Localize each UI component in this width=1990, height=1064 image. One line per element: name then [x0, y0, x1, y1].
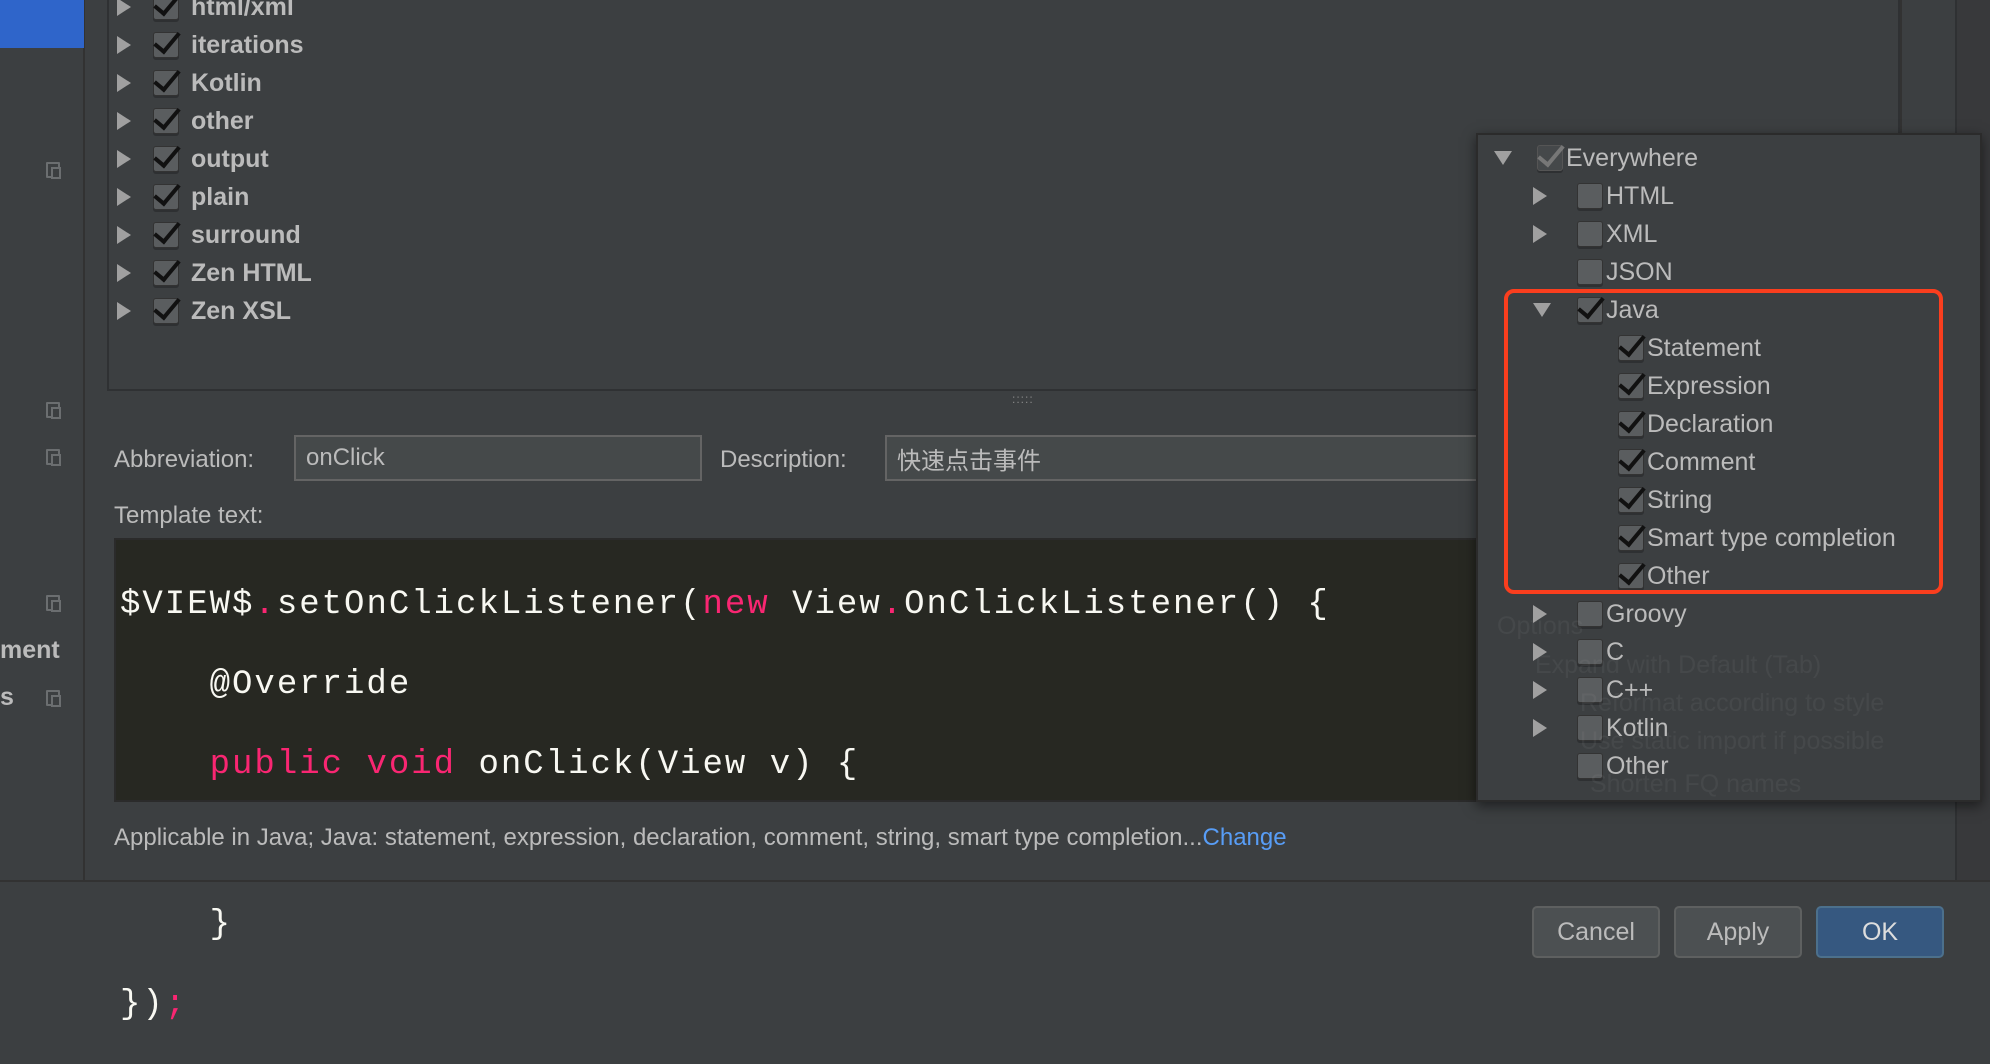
code-token: OnClickListener() { [904, 586, 1330, 624]
checkbox[interactable] [1577, 183, 1603, 209]
settings-sidebar: ment s [0, 0, 85, 880]
code-token: ; [164, 986, 188, 1024]
apply-button[interactable]: Apply [1674, 906, 1802, 958]
background-option: Use static import if possible [1580, 727, 1885, 755]
checkbox[interactable] [1577, 221, 1603, 247]
background-option: Expand with Default (Tab) [1535, 651, 1822, 679]
sidebar-selected-item[interactable] [0, 0, 84, 48]
checkbox[interactable] [153, 298, 179, 324]
template-group-label: Zen XSL [191, 296, 292, 325]
code-token: setOnClickListener( [276, 586, 703, 624]
expand-arrow-icon[interactable] [117, 74, 131, 92]
context-option-label: Groovy [1606, 599, 1687, 628]
checkbox[interactable] [1577, 259, 1603, 285]
template-group-row[interactable]: Kotlin [117, 64, 262, 102]
checkbox[interactable] [153, 184, 179, 210]
template-group-row[interactable]: surround [117, 216, 301, 254]
context-option-label: XML [1606, 219, 1658, 248]
template-group-label: surround [191, 220, 301, 249]
copy-icon [46, 162, 61, 179]
template-group-row[interactable]: Zen HTML [117, 254, 312, 292]
template-group-row[interactable]: other [117, 102, 254, 140]
expand-arrow-icon[interactable] [1533, 187, 1547, 205]
template-group-label: html/xml [191, 0, 294, 21]
template-group-label: iterations [191, 30, 304, 59]
ok-button[interactable]: OK [1816, 906, 1944, 958]
divider [0, 880, 1990, 882]
template-group-label: other [191, 106, 254, 135]
context-option-label: Everywhere [1566, 143, 1698, 172]
collapse-arrow-icon[interactable] [1494, 151, 1512, 165]
code-line: }); [120, 984, 1898, 1026]
template-group-row[interactable]: iterations [117, 26, 304, 64]
expand-arrow-icon[interactable] [1533, 225, 1547, 243]
expand-arrow-icon[interactable] [117, 150, 131, 168]
expand-arrow-icon[interactable] [117, 188, 131, 206]
template-text-label: Template text: [114, 502, 264, 529]
expand-arrow-icon[interactable] [117, 226, 131, 244]
checkbox[interactable] [153, 146, 179, 172]
applicable-contexts: Applicable in Java; Java: statement, exp… [114, 824, 1287, 852]
checkbox[interactable] [1537, 145, 1563, 171]
template-group-row[interactable]: html/xml [117, 0, 294, 26]
copy-icon [46, 690, 61, 707]
template-group-row[interactable]: output [117, 140, 269, 178]
expand-arrow-icon[interactable] [117, 0, 131, 16]
code-token: onClick(View v) { [456, 746, 860, 784]
expand-arrow-icon[interactable] [117, 302, 131, 320]
context-option-label: JSON [1606, 257, 1673, 286]
expand-arrow-icon[interactable] [1533, 719, 1547, 737]
sidebar-item-partial[interactable]: s [0, 683, 14, 712]
code-token: $VIEW$ [120, 586, 255, 624]
background-option: Options [1497, 612, 1584, 640]
code-token: . [881, 586, 905, 624]
checkbox[interactable] [153, 222, 179, 248]
expand-arrow-icon[interactable] [117, 36, 131, 54]
code-keyword: public [209, 746, 345, 784]
applicable-text: Applicable in Java; Java: statement, exp… [114, 824, 1203, 851]
code-token: View [769, 586, 882, 624]
copy-icon [46, 402, 61, 419]
checkbox[interactable] [153, 32, 179, 58]
cancel-button[interactable]: Cancel [1532, 906, 1660, 958]
checkbox[interactable] [153, 0, 179, 20]
expand-arrow-icon[interactable] [117, 112, 131, 130]
copy-icon [46, 449, 61, 466]
expand-arrow-icon[interactable] [117, 264, 131, 282]
template-group-label: plain [191, 182, 250, 211]
code-token: . [254, 586, 277, 624]
template-group-row[interactable]: plain [117, 178, 249, 216]
change-context-link[interactable]: Change [1203, 824, 1287, 851]
description-label: Description: [720, 446, 847, 473]
splitter-handle[interactable]: ::::: [1012, 392, 1034, 406]
checkbox[interactable] [153, 108, 179, 134]
checkbox[interactable] [153, 70, 179, 96]
background-option: Shorten FQ names [1590, 770, 1802, 798]
abbreviation-input[interactable]: onClick [294, 435, 702, 481]
copy-icon [46, 595, 61, 612]
sidebar-item-partial[interactable]: ment [0, 636, 60, 665]
expand-arrow-icon[interactable] [1533, 681, 1547, 699]
template-group-row[interactable]: Zen XSL [117, 292, 291, 330]
code-token: }) [120, 986, 165, 1024]
code-keyword: new [702, 586, 770, 624]
template-group-label: Kotlin [191, 68, 262, 97]
abbreviation-label: Abbreviation: [114, 446, 255, 473]
highlight-annotation [1504, 289, 1943, 594]
context-option-label: HTML [1606, 181, 1675, 210]
template-group-label: Zen HTML [191, 258, 312, 287]
template-group-label: output [191, 144, 269, 173]
checkbox[interactable] [153, 260, 179, 286]
code-keyword: void [366, 746, 457, 784]
background-option: Reformat according to style [1580, 689, 1885, 717]
